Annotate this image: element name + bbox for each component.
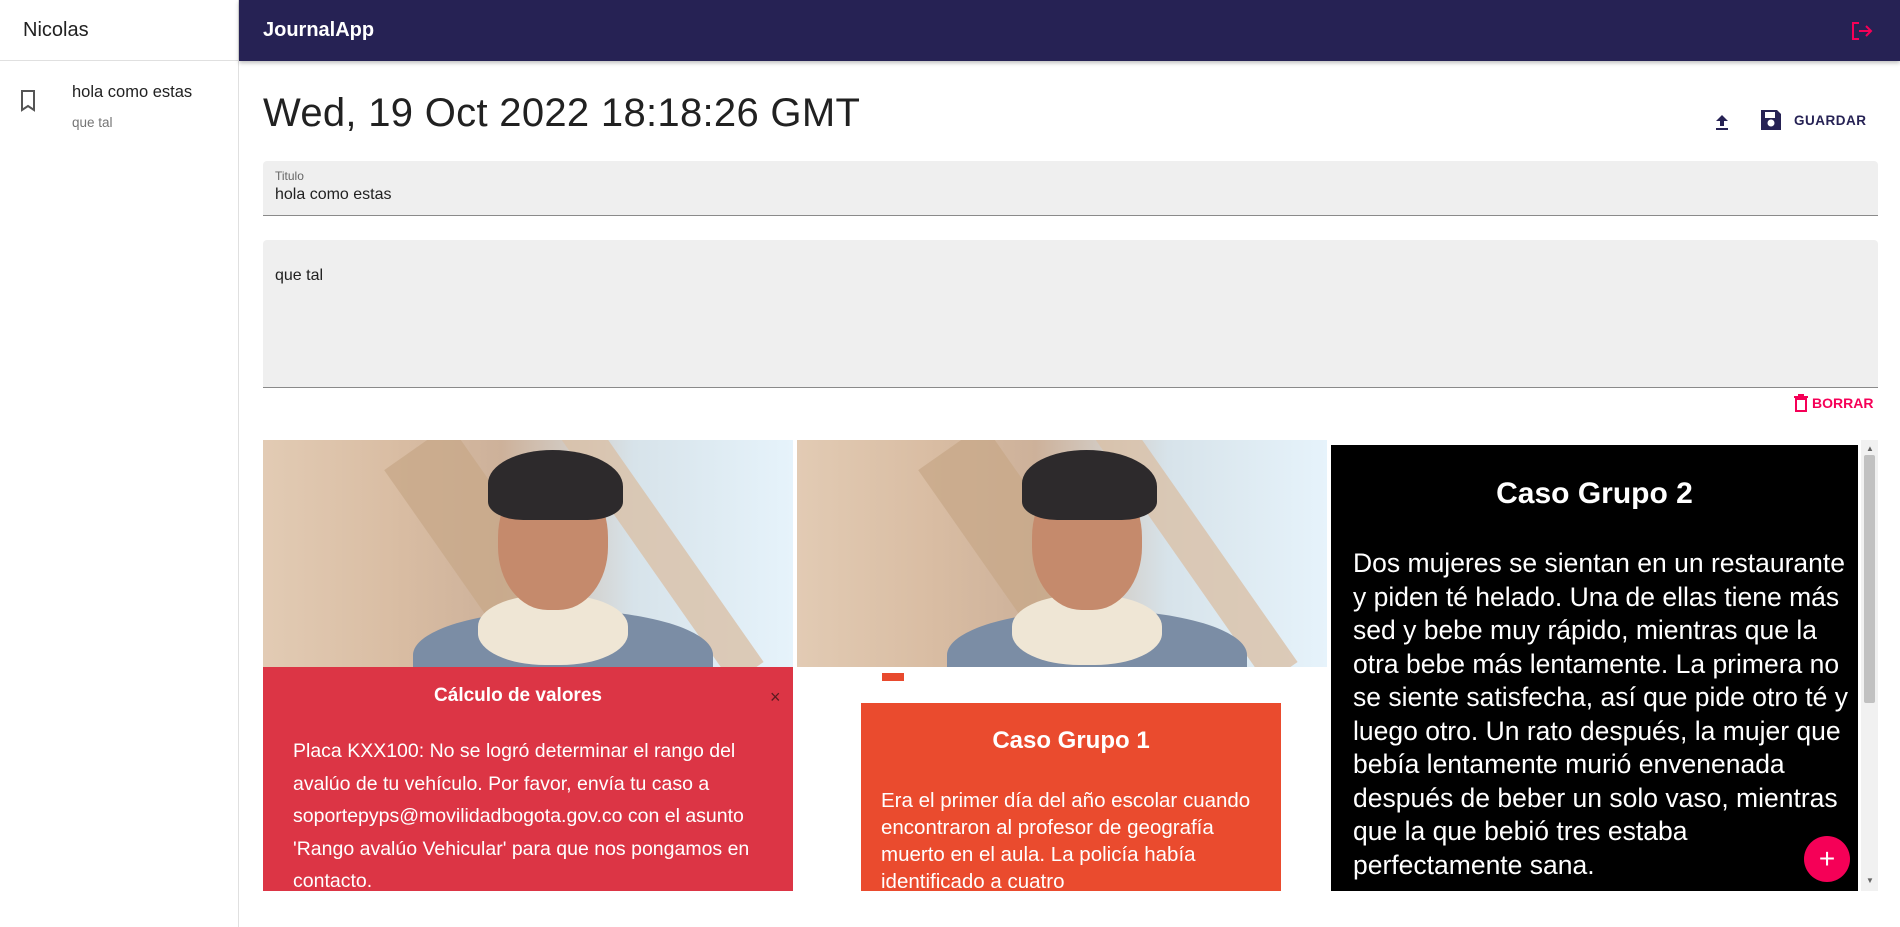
journal-entry-text: hola como estas que tal — [72, 83, 192, 130]
case-group-2-heading: Caso Grupo 2 — [1496, 477, 1693, 510]
journal-entry[interactable]: hola como estas que tal — [0, 61, 238, 130]
gallery-image-2[interactable]: Caso Grupo 1 Era el primer día del año e… — [797, 440, 1327, 891]
case-group-1-text: Era el primer día del año escolar cuando… — [881, 789, 1251, 891]
title-field-label: Titulo — [275, 169, 304, 183]
delete-button-label: BORRAR — [1812, 395, 1874, 411]
upload-button[interactable] — [1706, 106, 1738, 138]
save-button-label: GUARDAR — [1794, 112, 1867, 128]
delete-button[interactable]: BORRAR — [1793, 394, 1873, 412]
gallery-image-3[interactable]: Caso Grupo 2 Dos mujeres se sientan en u… — [1331, 440, 1858, 891]
add-entry-button[interactable]: + — [1804, 836, 1850, 882]
portrait-photo — [263, 440, 793, 667]
journal-entry-title: hola como estas — [72, 83, 193, 101]
slide-indicator — [882, 673, 904, 681]
app-bar: JournalApp — [239, 0, 1900, 61]
value-calculation-text: Placa KXX100: No se logró determinar el … — [293, 740, 750, 891]
case-group-2-card: Caso Grupo 2 Dos mujeres se sientan en u… — [1331, 445, 1858, 891]
gallery-scrollbar[interactable]: ▲ ▼ — [1861, 440, 1878, 891]
journal-entry-body: que tal — [72, 115, 113, 130]
scrollbar-thumb[interactable] — [1864, 455, 1875, 703]
value-calculation-heading: Cálculo de valores — [434, 685, 602, 706]
app-title: JournalApp — [263, 19, 375, 41]
body-field[interactable]: que tal — [263, 240, 1878, 388]
scroll-down-arrow-icon[interactable]: ▼ — [1866, 876, 1874, 885]
logout-icon[interactable] — [1848, 17, 1876, 45]
value-calculation-card: Cálculo de valores × Placa KXX100: No se… — [263, 667, 793, 891]
note-editor: Wed, 19 Oct 2022 18:18:26 GMT GUARDAR Ti… — [263, 61, 1878, 927]
case-group-1-card: Caso Grupo 1 Era el primer día del año e… — [861, 703, 1281, 891]
sidebar-user-name: Nicolas — [0, 0, 238, 61]
close-icon: × — [770, 687, 781, 707]
sidebar: Nicolas hola como estas que tal — [0, 0, 239, 927]
save-button[interactable]: GUARDAR — [1758, 100, 1867, 140]
case-group-2-text: Dos mujeres se sientan en un restaurante… — [1353, 548, 1848, 880]
case-group-1-heading: Caso Grupo 1 — [992, 727, 1150, 754]
image-gallery: Cálculo de valores × Placa KXX100: No se… — [263, 440, 1878, 891]
upload-icon — [1716, 115, 1728, 130]
body-field-value: que tal — [275, 267, 324, 284]
gallery-image-1[interactable]: Cálculo de valores × Placa KXX100: No se… — [263, 440, 793, 891]
bookmark-icon — [21, 90, 35, 112]
title-field[interactable]: Titulo hola como estas — [263, 161, 1878, 216]
trash-icon — [1794, 394, 1808, 412]
note-date: Wed, 19 Oct 2022 18:18:26 GMT — [263, 91, 861, 135]
title-field-value: hola como estas — [275, 186, 392, 203]
portrait-photo — [797, 440, 1327, 667]
scroll-up-arrow-icon[interactable]: ▲ — [1866, 444, 1874, 453]
save-icon — [1761, 110, 1781, 130]
